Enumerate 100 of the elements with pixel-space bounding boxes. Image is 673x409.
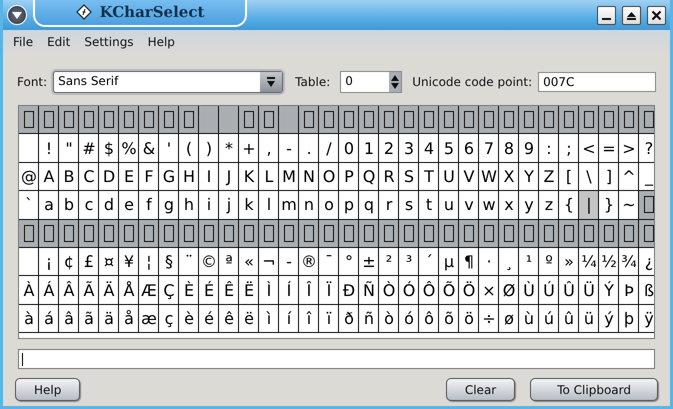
character-cell[interactable]: c bbox=[79, 191, 99, 220]
character-cell[interactable]: s bbox=[399, 191, 419, 220]
character-cell[interactable]: » bbox=[559, 248, 579, 276]
character-cell[interactable]: á bbox=[39, 304, 59, 334]
character-cell[interactable]: r bbox=[379, 191, 399, 220]
character-cell[interactable] bbox=[479, 220, 499, 248]
character-cell[interactable]: í bbox=[279, 304, 299, 334]
character-cell[interactable]: Â bbox=[59, 276, 79, 305]
character-cell[interactable] bbox=[639, 106, 654, 134]
character-cell[interactable]: à bbox=[19, 304, 39, 334]
character-cell[interactable]: g bbox=[159, 191, 179, 220]
help-button[interactable]: Help bbox=[15, 378, 80, 401]
character-cell[interactable] bbox=[579, 106, 599, 134]
character-cell[interactable] bbox=[359, 106, 379, 134]
character-cell[interactable]: " bbox=[59, 134, 79, 163]
character-cell[interactable]: v bbox=[459, 191, 479, 220]
character-cell[interactable]: \ bbox=[579, 162, 599, 192]
character-cell[interactable]: è bbox=[179, 304, 199, 334]
character-cell[interactable]: ¯ bbox=[319, 248, 339, 276]
character-cell[interactable]: O bbox=[319, 162, 339, 192]
character-cell[interactable]: a bbox=[39, 191, 59, 220]
character-cell[interactable]: f bbox=[139, 191, 159, 220]
character-cell[interactable] bbox=[59, 220, 79, 248]
character-cell[interactable] bbox=[499, 106, 519, 134]
character-cell[interactable]: Ô bbox=[419, 276, 439, 305]
character-cell[interactable] bbox=[639, 220, 654, 248]
character-cell[interactable]: ÷ bbox=[479, 304, 499, 334]
character-cell[interactable] bbox=[119, 106, 139, 134]
character-cell[interactable] bbox=[439, 106, 459, 134]
character-cell[interactable]: G bbox=[159, 162, 179, 192]
character-cell[interactable]: Û bbox=[559, 276, 579, 305]
menu-item[interactable]: Edit bbox=[47, 35, 70, 57]
character-cell[interactable] bbox=[439, 220, 459, 248]
character-cell[interactable]: L bbox=[259, 162, 279, 192]
character-cell[interactable]: Z bbox=[539, 162, 559, 192]
character-cell[interactable]: $ bbox=[99, 134, 119, 163]
character-cell[interactable]: × bbox=[479, 276, 499, 305]
character-cell[interactable]: ¸ bbox=[499, 248, 519, 276]
character-cell[interactable]: & bbox=[139, 134, 159, 163]
character-cell[interactable]: D bbox=[99, 162, 119, 192]
character-cell[interactable]: ï bbox=[319, 304, 339, 334]
character-cell[interactable]: å bbox=[119, 304, 139, 334]
character-cell[interactable]: Ö bbox=[459, 276, 479, 305]
character-cell[interactable] bbox=[459, 220, 479, 248]
character-cell[interactable] bbox=[479, 106, 499, 134]
character-cell[interactable]: ê bbox=[219, 304, 239, 334]
character-cell[interactable]: 8 bbox=[499, 134, 519, 163]
character-cell[interactable]: < bbox=[579, 134, 599, 163]
character-cell[interactable]: ¹ bbox=[519, 248, 539, 276]
minimize-button[interactable] bbox=[597, 6, 616, 24]
character-cell[interactable] bbox=[139, 220, 159, 248]
character-cell[interactable]: Ø bbox=[499, 276, 519, 305]
character-cell[interactable]: ¥ bbox=[119, 248, 139, 276]
character-cell[interactable]: ± bbox=[359, 248, 379, 276]
character-cell[interactable]: ° bbox=[339, 248, 359, 276]
character-cell[interactable]: Ù bbox=[519, 276, 539, 305]
character-cell[interactable] bbox=[559, 220, 579, 248]
character-cell[interactable] bbox=[419, 106, 439, 134]
character-cell[interactable]: ù bbox=[519, 304, 539, 334]
character-cell[interactable]: é bbox=[199, 304, 219, 334]
character-cell[interactable]: Ì bbox=[259, 276, 279, 305]
character-cell[interactable]: T bbox=[419, 162, 439, 192]
character-cell[interactable]: ~ bbox=[619, 191, 639, 220]
character-cell[interactable] bbox=[359, 220, 379, 248]
character-cell[interactable]: Ç bbox=[159, 276, 179, 305]
character-cell[interactable]: z bbox=[539, 191, 559, 220]
character-cell[interactable]: Ñ bbox=[359, 276, 379, 305]
character-cell[interactable]: 5 bbox=[439, 134, 459, 163]
character-cell[interactable]: î bbox=[299, 304, 319, 334]
character-cell[interactable]: E bbox=[119, 162, 139, 192]
character-cell[interactable] bbox=[339, 106, 359, 134]
character-cell[interactable] bbox=[179, 106, 199, 134]
character-cell[interactable] bbox=[499, 220, 519, 248]
character-cell[interactable]: ³ bbox=[399, 248, 419, 276]
character-cell[interactable]: Á bbox=[39, 276, 59, 305]
character-cell[interactable] bbox=[519, 220, 539, 248]
character-cell[interactable]: 7 bbox=[479, 134, 499, 163]
character-cell[interactable] bbox=[319, 106, 339, 134]
character-cell[interactable] bbox=[379, 106, 399, 134]
character-cell[interactable]: l bbox=[259, 191, 279, 220]
character-cell[interactable]: F bbox=[139, 162, 159, 192]
character-cell[interactable] bbox=[279, 106, 299, 134]
character-cell[interactable] bbox=[299, 220, 319, 248]
menu-item[interactable]: Settings bbox=[84, 35, 134, 57]
character-cell[interactable]: ¢ bbox=[59, 248, 79, 276]
character-cell[interactable] bbox=[619, 106, 639, 134]
character-cell[interactable] bbox=[539, 106, 559, 134]
character-cell[interactable] bbox=[19, 248, 39, 276]
character-cell[interactable]: É bbox=[199, 276, 219, 305]
character-cell[interactable]: ì bbox=[259, 304, 279, 334]
character-cell[interactable]: ´ bbox=[419, 248, 439, 276]
character-cell[interactable]: ! bbox=[39, 134, 59, 163]
character-cell[interactable]: Ä bbox=[99, 276, 119, 305]
character-cell[interactable]: ú bbox=[539, 304, 559, 334]
character-cell[interactable] bbox=[199, 220, 219, 248]
character-cell[interactable]: Ã bbox=[79, 276, 99, 305]
character-cell[interactable]: Ï bbox=[319, 276, 339, 305]
character-cell[interactable]: n bbox=[299, 191, 319, 220]
character-cell[interactable] bbox=[19, 106, 39, 134]
character-cell[interactable]: ö bbox=[459, 304, 479, 334]
